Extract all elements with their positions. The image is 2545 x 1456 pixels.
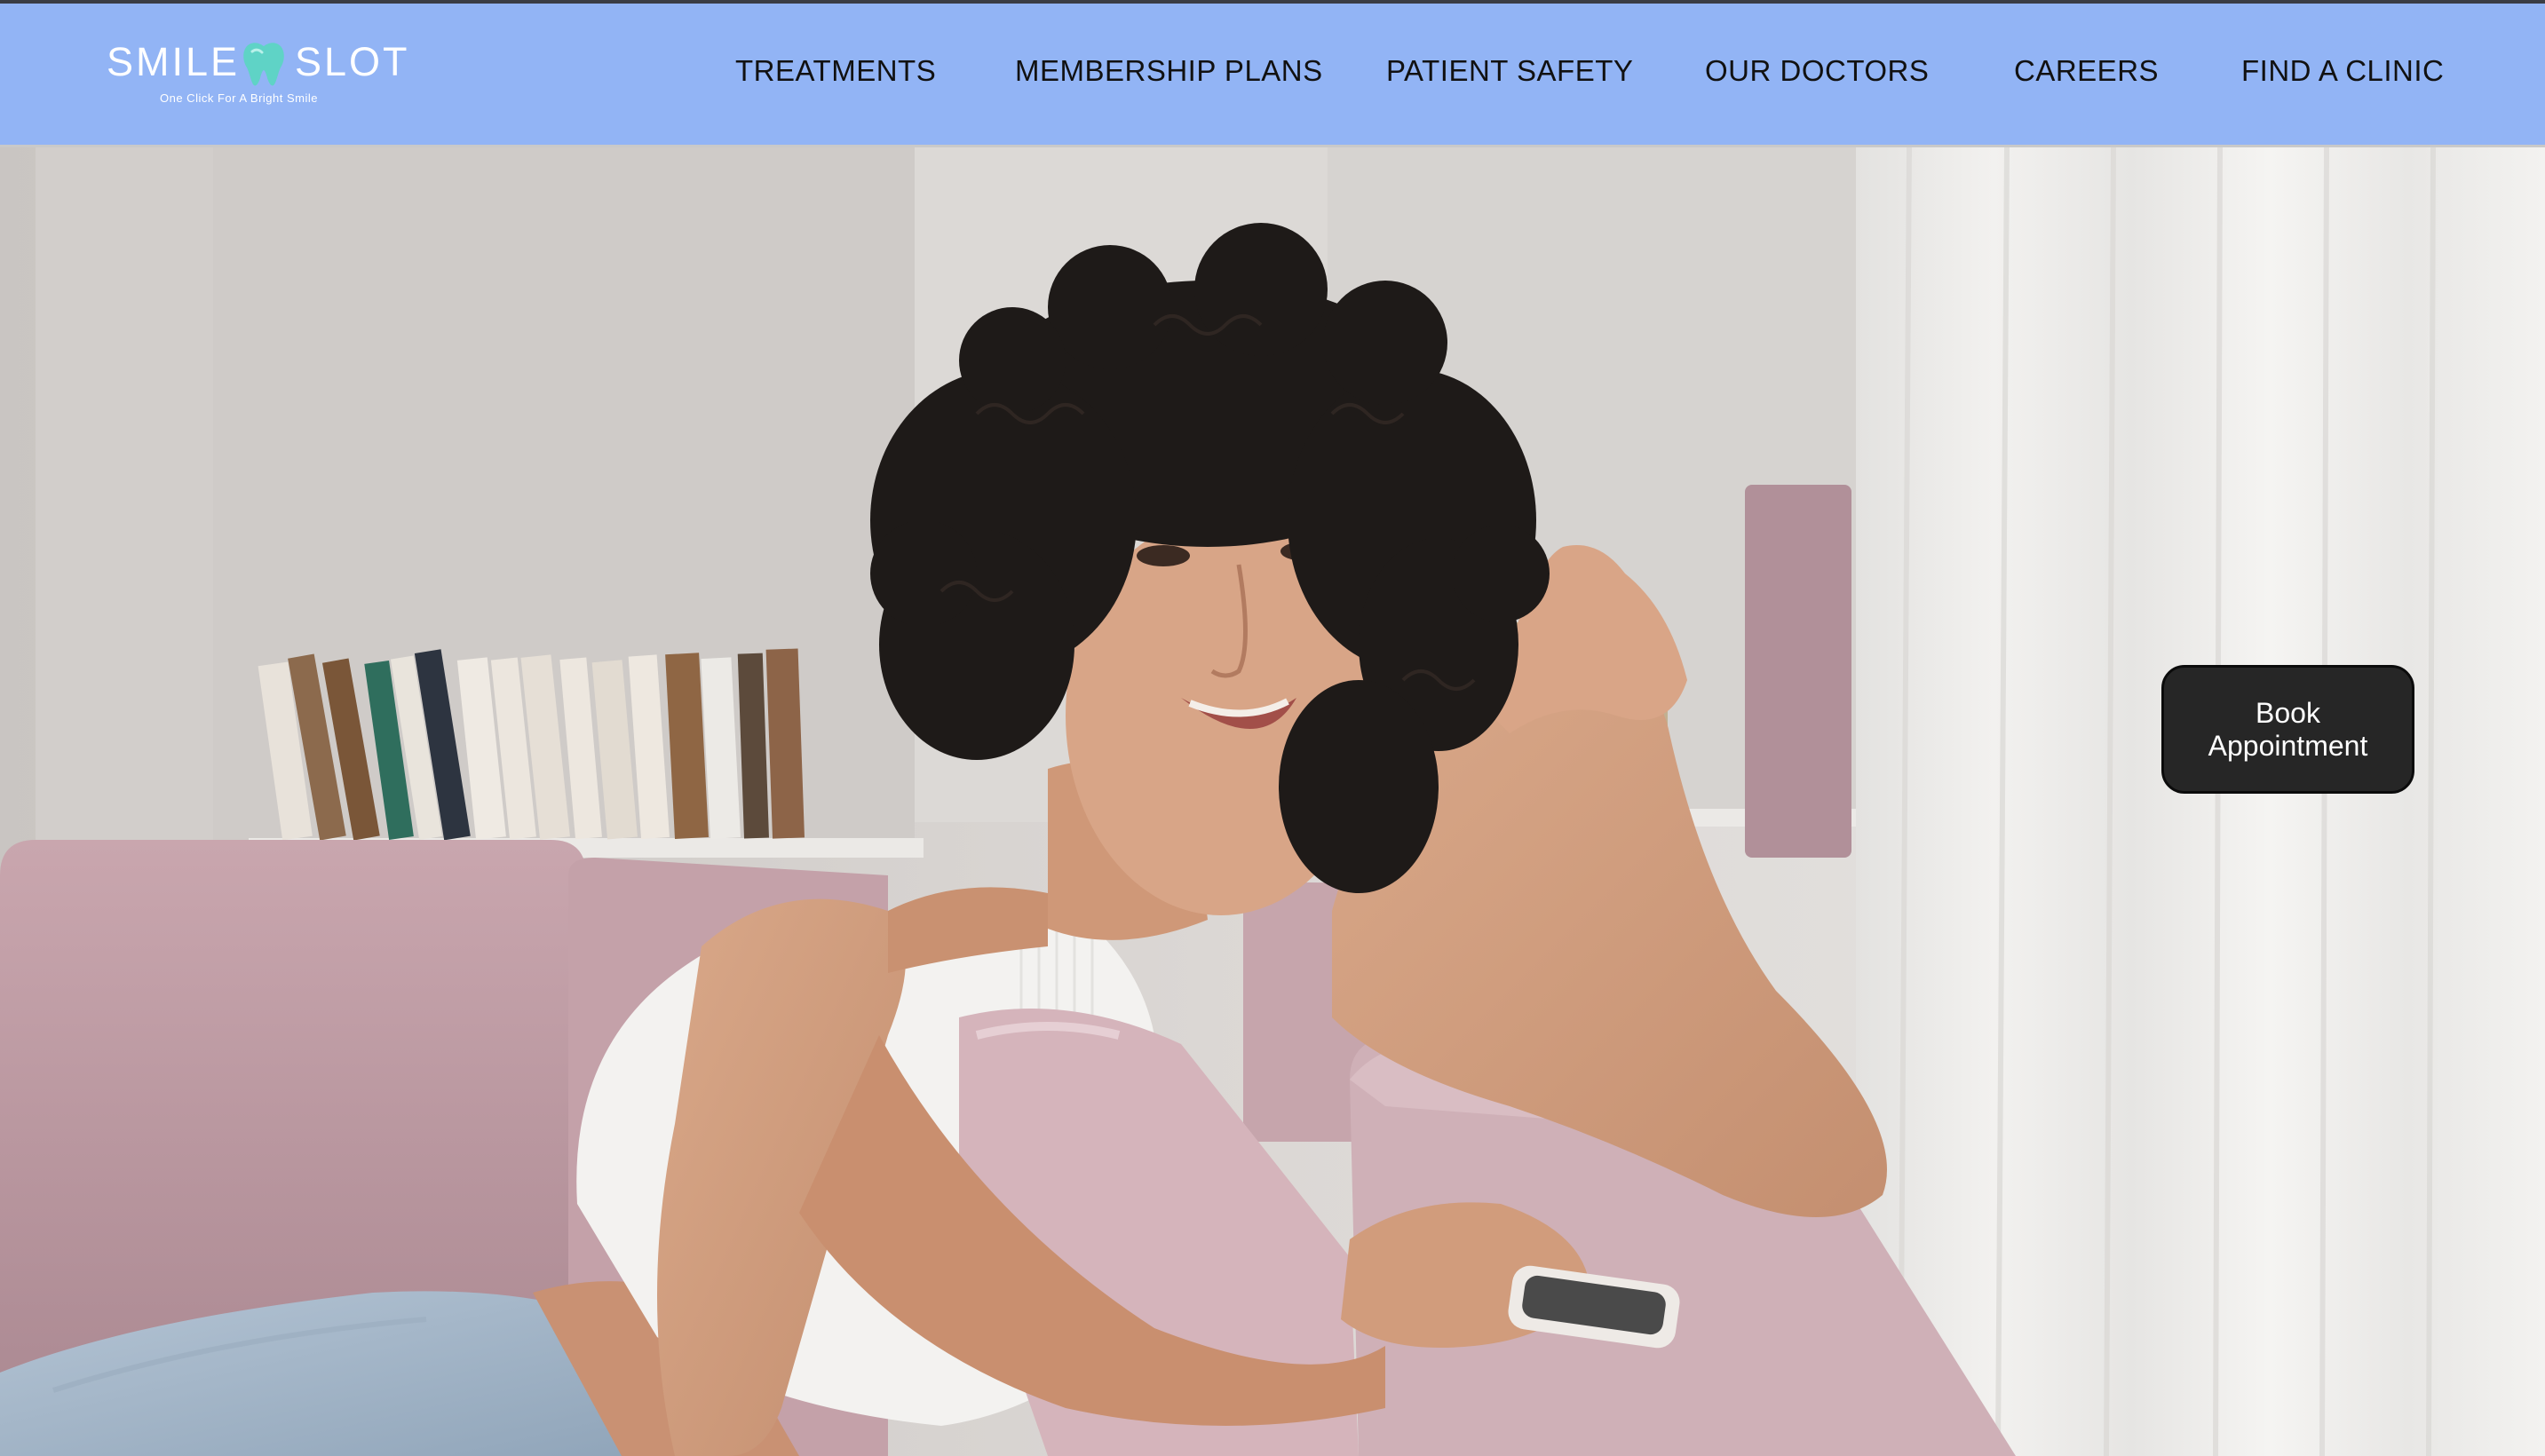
nav-item-our-doctors[interactable]: OUR DOCTORS: [1705, 53, 1929, 89]
nav-item-membership-plans[interactable]: MEMBERSHIP PLANS: [1015, 53, 1323, 89]
bookshelf-left: [258, 648, 805, 841]
hero-image: [0, 147, 2545, 1456]
hero-video: [0, 147, 2545, 1456]
nav-item-find-a-clinic[interactable]: FIND A CLINIC: [2241, 53, 2444, 89]
page: SMILE SLOT One Click For A Bright Smile …: [0, 0, 2545, 1456]
nav-item-patient-safety[interactable]: PATIENT SAFETY: [1386, 53, 1633, 89]
book-appointment-label: Book Appointment: [2208, 696, 2368, 762]
nav-item-treatments[interactable]: TREATMENTS: [735, 53, 936, 89]
main-nav: TREATMENTS MEMBERSHIP PLANS PATIENT SAFE…: [0, 4, 2545, 144]
book-appointment-button[interactable]: Book Appointment: [2161, 665, 2414, 794]
nav-item-careers[interactable]: CAREERS: [2014, 53, 2159, 89]
site-header: SMILE SLOT One Click For A Bright Smile …: [0, 0, 2545, 147]
